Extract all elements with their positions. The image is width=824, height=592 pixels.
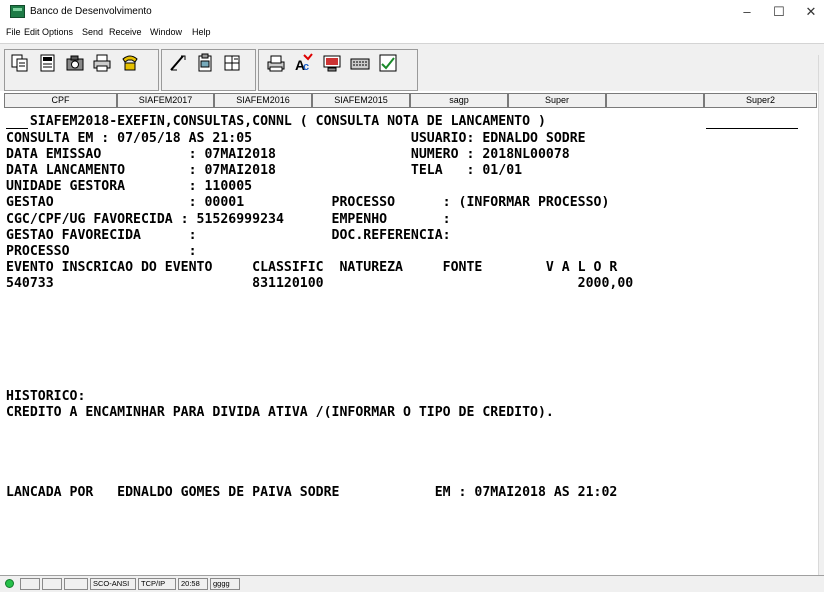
fkey-siafem2015[interactable]: SIAFEM2015 [312, 93, 410, 108]
header-rule-right [706, 128, 798, 129]
document-icon[interactable] [38, 53, 58, 73]
abc-icon[interactable]: Ac [294, 53, 314, 73]
terminal-line: 540733 831120100 2000,00 [6, 275, 634, 291]
layout-icon[interactable] [222, 53, 242, 73]
terminal-line: DATA LANCAMENTO : 07MAI2018 TELA : 01/01 [6, 163, 523, 179]
terminal-header: SIAFEM2018-EXEFIN,CONSULTAS,CONNL ( CONS… [6, 114, 546, 129]
camera-icon[interactable] [65, 53, 85, 73]
keyboard-icon[interactable] [350, 53, 370, 73]
terminal-line: EVENTO INSCRICAO DO EVENTO CLASSIFIC NAT… [6, 259, 618, 275]
checklist-icon[interactable] [378, 53, 398, 73]
macro-icon[interactable] [168, 53, 188, 73]
terminal-line: LANCADA POR EDNALDO GOMES DE PAIVA SODRE… [6, 485, 618, 501]
clipboard-icon[interactable] [195, 53, 215, 73]
status-cell-blank-1 [20, 578, 40, 590]
status-time: 20:58 [178, 578, 208, 590]
status-code: gggg [210, 578, 240, 590]
fkey-siafem2017[interactable]: SIAFEM2017 [117, 93, 214, 108]
status-connection: TCP/IP [138, 578, 176, 590]
fkey-siafem2016[interactable]: SIAFEM2016 [214, 93, 312, 108]
svg-text:c: c [303, 61, 309, 73]
terminal-line: GESTAO FAVORECIDA : DOC.REFERENCIA: [6, 227, 451, 243]
printer-icon[interactable] [92, 53, 112, 73]
vertical-scrollbar[interactable] [818, 55, 824, 575]
fkey-super[interactable]: Super [508, 93, 606, 108]
terminal-line: CGC/CPF/UG FAVORECIDA : 51526999234 EMPE… [6, 211, 451, 227]
menu-file[interactable]: File [6, 27, 21, 37]
terminal-line: GESTAO : 00001 PROCESSO : (INFORMAR PROC… [6, 195, 610, 211]
status-cell-blank-3 [64, 578, 88, 590]
status-cell-blank-2 [42, 578, 62, 590]
menu-receive[interactable]: Receive [109, 27, 142, 37]
print-screen-icon[interactable] [266, 53, 286, 73]
fkey-super2[interactable]: Super2 [704, 93, 817, 108]
menu-help[interactable]: Help [192, 27, 211, 37]
terminal-line: CONSULTA EM : 07/05/18 AS 21:05 USUARIO:… [6, 131, 586, 146]
status-protocol: SCO-ANSI [90, 578, 136, 590]
title-bar: Banco de Desenvolvimento – ☐ ✕ [0, 0, 824, 24]
terminal-line: PROCESSO : [6, 243, 197, 259]
connection-status-icon [5, 579, 14, 588]
menu-bar: File Edit Options Send Receive Window He… [0, 24, 824, 42]
terminal-line: HISTORICO: [6, 388, 86, 404]
menu-options[interactable]: Options [42, 27, 73, 37]
fkey-sagp[interactable]: sagp [410, 93, 508, 108]
toolbar: Ac [0, 43, 824, 91]
terminal-line: UNIDADE GESTORA : 110005 [6, 179, 253, 195]
minimize-button[interactable]: – [732, 2, 762, 22]
menu-send[interactable]: Send [82, 27, 103, 37]
terminal-line: DATA EMISSAO : 07MAI2018 NUMERO : 2018NL… [6, 147, 570, 163]
menu-window[interactable]: Window [150, 27, 182, 37]
phone-icon[interactable] [120, 53, 140, 73]
fkey-blank[interactable] [606, 93, 704, 108]
fkey-cpf[interactable]: CPF [4, 93, 117, 108]
monitor-icon[interactable] [322, 53, 342, 73]
close-button[interactable]: ✕ [796, 2, 824, 22]
terminal-screen[interactable]: SIAFEM2018-EXEFIN,CONSULTAS,CONNL ( CONS… [0, 109, 824, 575]
app-icon[interactable] [10, 5, 25, 18]
window-title: Banco de Desenvolvimento [30, 6, 152, 17]
terminal-line: CREDITO A ENCAMINHAR PARA DIVIDA ATIVA /… [6, 404, 554, 420]
menu-edit[interactable]: Edit [24, 27, 40, 37]
status-bar: SCO-ANSI TCP/IP 20:58 gggg [0, 575, 824, 592]
maximize-button[interactable]: ☐ [764, 2, 794, 22]
copy-icon[interactable] [10, 53, 30, 73]
